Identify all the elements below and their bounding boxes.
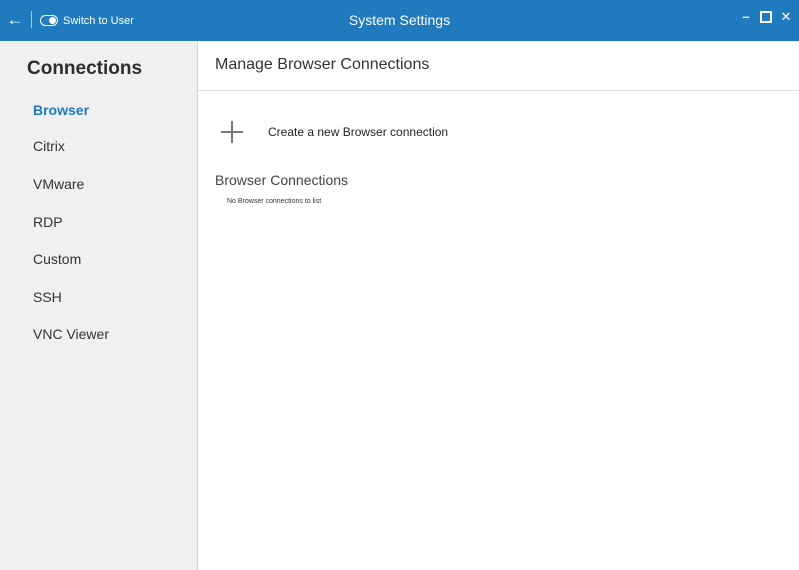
title-bar: ← Switch to User System Settings – ✕ xyxy=(0,0,799,41)
sidebar-item-ssh[interactable]: SSH xyxy=(33,289,62,305)
sidebar: Connections Browser Citrix VMware RDP Cu… xyxy=(0,41,198,570)
window-title: System Settings xyxy=(348,12,451,28)
page-title: Manage Browser Connections xyxy=(215,56,430,73)
sidebar-item-vnc-viewer[interactable]: VNC Viewer xyxy=(33,326,109,342)
empty-list-message: No Browser connections to list xyxy=(227,198,322,205)
sidebar-item-custom[interactable]: Custom xyxy=(33,251,81,267)
header-divider xyxy=(198,90,799,91)
sidebar-item-citrix[interactable]: Citrix xyxy=(33,138,65,154)
create-connection-label: Create a new Browser connection xyxy=(268,125,449,139)
plus-icon xyxy=(221,121,243,143)
sidebar-heading: Connections xyxy=(27,58,143,79)
sidebar-item-browser[interactable]: Browser xyxy=(33,102,89,118)
close-button[interactable]: ✕ xyxy=(778,9,794,27)
maximize-icon xyxy=(760,11,772,23)
section-title: Browser Connections xyxy=(215,172,349,188)
minimize-button[interactable]: – xyxy=(738,9,754,27)
sidebar-item-rdp[interactable]: RDP xyxy=(33,214,63,230)
maximize-button[interactable] xyxy=(758,9,774,27)
create-connection-button[interactable]: Create a new Browser connection xyxy=(221,118,448,146)
main-panel: Manage Browser Connections Create a new … xyxy=(198,41,799,570)
sidebar-item-vmware[interactable]: VMware xyxy=(33,176,84,192)
